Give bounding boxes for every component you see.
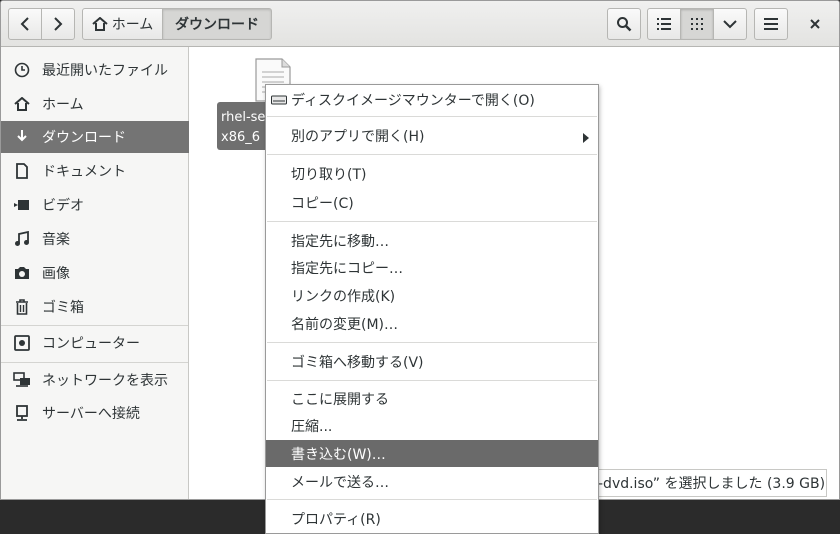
view-options-button[interactable]	[713, 8, 747, 40]
menu-item-label: ゴミ箱へ移動する(V)	[291, 354, 424, 371]
path-home-button[interactable]: ホーム	[82, 8, 163, 40]
menu-item-label: 名前の変更(M)…	[291, 316, 399, 333]
selection-status-text: -dvd.iso” を選択しました (3.9 GB)	[598, 476, 826, 492]
menu-separator	[267, 499, 597, 500]
menu-item-rename[interactable]: 名前の変更(M)…	[266, 310, 598, 337]
back-button[interactable]	[8, 8, 42, 40]
menu-item-label: 圧縮...	[291, 418, 333, 435]
forward-button[interactable]	[41, 8, 75, 40]
sidebar-separator	[1, 362, 188, 363]
close-icon	[810, 19, 820, 29]
chevron-down-icon	[723, 20, 737, 29]
menu-item-cut[interactable]: 切り取り(T)	[266, 160, 598, 187]
trash-icon	[13, 298, 31, 316]
list-icon	[657, 18, 671, 30]
home-icon	[92, 17, 108, 31]
menu-item-label: ここに展開する	[291, 391, 389, 408]
submenu-arrow-icon	[583, 131, 589, 147]
sidebar-item-label: 画像	[42, 266, 70, 282]
menu-item-burn[interactable]: 書き込む(W)…	[266, 440, 598, 467]
menu-item-copy-to[interactable]: 指定先にコピー…	[266, 254, 598, 281]
menu-item-label: 別のアプリで開く(H)	[291, 128, 425, 145]
chevron-left-icon	[20, 17, 29, 31]
path-current-button[interactable]: ダウンロード	[162, 8, 272, 40]
menu-item-label: 指定先に移動…	[291, 233, 389, 250]
path-current-label: ダウンロード	[175, 17, 259, 33]
menu-item-copy[interactable]: コピー(C)	[266, 189, 598, 216]
menu-item-make-link[interactable]: リンクの作成(K)	[266, 282, 598, 309]
sidebar-item-computer[interactable]: コンピューター	[1, 327, 189, 359]
sidebar-item-label: サーバーへ接続	[42, 406, 140, 422]
path-home-label: ホーム	[111, 17, 154, 33]
menu-item-label: 切り取り(T)	[291, 166, 367, 183]
menu-item-label: ディスクイメージマウンターで開く(O)	[291, 92, 535, 109]
menu-separator	[267, 221, 597, 222]
sidebar-item-home[interactable]: ホーム	[1, 88, 189, 120]
selection-status: -dvd.iso” を選択しました (3.9 GB)	[587, 469, 827, 497]
menu-item-open-disk-mounter[interactable]: ディスクイメージマウンターで開く(O)	[266, 86, 598, 113]
menu-item-compress[interactable]: 圧縮...	[266, 412, 598, 439]
sidebar-item-label: ドキュメント	[42, 164, 126, 180]
sidebar-item-recent[interactable]: 最近開いたファイル	[1, 54, 189, 86]
sidebar-item-pictures[interactable]: 画像	[1, 257, 189, 289]
menu-item-send-email[interactable]: メールで送る…	[266, 468, 598, 495]
menu-item-move-to[interactable]: 指定先に移動…	[266, 227, 598, 254]
video-icon	[13, 196, 31, 214]
network-icon	[13, 371, 31, 389]
context-menu: ディスクイメージマウンターで開く(O) 別のアプリで開く(H) 切り取り(T) …	[265, 84, 599, 534]
grid-view-button[interactable]	[680, 8, 714, 40]
server-icon	[13, 404, 31, 422]
sidebar-separator	[1, 325, 188, 326]
download-icon	[13, 128, 31, 146]
sidebar-item-label: 音楽	[42, 232, 70, 248]
menu-item-label: コピー(C)	[291, 195, 354, 212]
sidebar-item-label: コンピューター	[42, 336, 140, 352]
menu-item-label: メールで送る…	[291, 474, 389, 491]
hamburger-icon	[764, 18, 778, 30]
search-icon	[617, 17, 632, 32]
search-button[interactable]	[607, 8, 641, 40]
sidebar-item-videos[interactable]: ビデオ	[1, 189, 189, 221]
sidebar-item-connect-server[interactable]: サーバーへ接続	[1, 397, 189, 429]
sidebar-item-label: ダウンロード	[42, 130, 126, 146]
grid-icon	[691, 18, 703, 30]
sidebar: 最近開いたファイル ホーム ダウンロード ドキュメント ビデオ 音楽 画像 ゴミ…	[1, 47, 189, 499]
document-icon	[13, 162, 31, 180]
menu-item-open-with[interactable]: 別のアプリで開く(H)	[266, 122, 598, 149]
sidebar-item-label: ホーム	[42, 97, 84, 113]
menu-item-move-to-trash[interactable]: ゴミ箱へ移動する(V)	[266, 348, 598, 375]
sidebar-item-downloads[interactable]: ダウンロード	[1, 121, 189, 153]
sidebar-item-network[interactable]: ネットワークを表示	[1, 364, 189, 396]
menu-separator	[267, 342, 597, 343]
list-view-button[interactable]	[647, 8, 681, 40]
menu-item-label: リンクの作成(K)	[291, 288, 396, 305]
sidebar-item-label: ゴミ箱	[42, 300, 84, 316]
sidebar-item-label: ネットワークを表示	[42, 373, 168, 389]
sidebar-item-music[interactable]: 音楽	[1, 223, 189, 255]
menu-item-label: プロパティ(R)	[291, 511, 381, 528]
menu-item-label: 指定先にコピー…	[291, 260, 403, 277]
sidebar-item-label: ビデオ	[42, 198, 84, 214]
computer-icon	[13, 334, 31, 352]
disk-drive-icon	[271, 94, 287, 110]
menu-item-label: 書き込む(W)…	[291, 446, 386, 463]
app-menu-button[interactable]	[754, 8, 788, 40]
sidebar-item-label: 最近開いたファイル	[42, 63, 168, 79]
menu-item-properties[interactable]: プロパティ(R)	[266, 505, 598, 532]
sidebar-item-documents[interactable]: ドキュメント	[1, 155, 189, 187]
menu-separator	[267, 380, 597, 381]
camera-icon	[13, 264, 31, 282]
header-bar: ホーム ダウンロード	[1, 1, 839, 47]
menu-separator	[267, 116, 597, 117]
music-icon	[13, 230, 31, 248]
chevron-right-icon	[54, 17, 63, 31]
home-icon	[13, 95, 31, 113]
menu-separator	[267, 154, 597, 155]
clock-icon	[13, 61, 31, 79]
close-button[interactable]	[798, 8, 832, 40]
menu-item-extract-here[interactable]: ここに展開する	[266, 385, 598, 412]
sidebar-item-trash[interactable]: ゴミ箱	[1, 291, 189, 323]
